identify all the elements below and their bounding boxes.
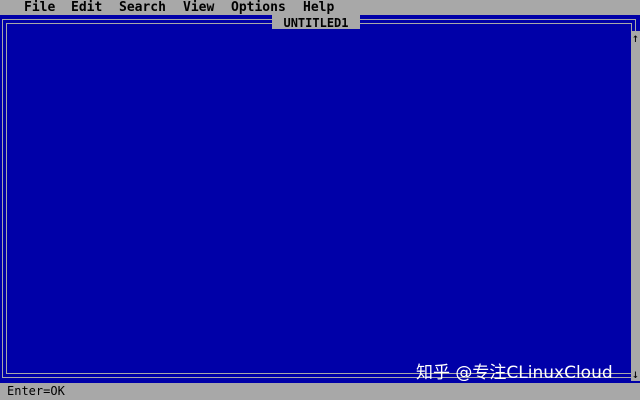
vertical-scrollbar[interactable]: ↑ ↓	[631, 31, 640, 381]
menu-help[interactable]: Help	[303, 0, 334, 15]
scroll-down-arrow-icon[interactable]: ↓	[631, 367, 640, 381]
menu-view[interactable]: View	[183, 0, 214, 15]
menu-options[interactable]: Options	[231, 0, 286, 15]
watermark: 知乎 @专注CLinuxCloud	[416, 363, 613, 383]
menu-edit[interactable]: Edit	[71, 0, 102, 15]
scroll-up-arrow-icon[interactable]: ↑	[631, 31, 640, 45]
status-bar: Enter=OK	[0, 383, 640, 400]
editor-window: UNTITLED1 ↑ ↓	[0, 15, 640, 383]
scroll-track[interactable]	[631, 45, 640, 367]
text-editing-area[interactable]	[9, 29, 629, 371]
menu-file[interactable]: File	[24, 0, 55, 15]
status-hint: Enter=OK	[7, 384, 65, 398]
menu-search[interactable]: Search	[119, 0, 166, 15]
menu-bar: File Edit Search View Options Help	[0, 0, 640, 15]
